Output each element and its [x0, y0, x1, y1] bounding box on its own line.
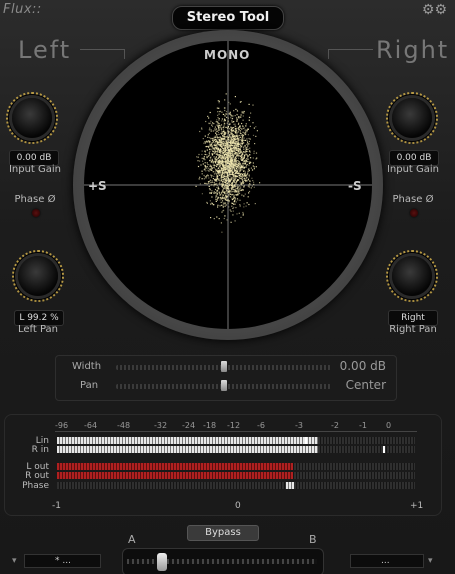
gear-icon[interactable]: ⚙⚙	[422, 2, 447, 18]
morph-slider-track[interactable]	[122, 548, 324, 574]
meter-scale-tick: -2	[331, 421, 339, 430]
scope-mono-label: MONO	[204, 48, 251, 62]
pan-slider-label: Pan	[80, 380, 99, 391]
meter-row-label: R out	[25, 471, 49, 481]
right-label-divider	[328, 49, 373, 50]
meter-scale-tick: -64	[84, 421, 98, 430]
left-label-divider-tick	[124, 49, 125, 59]
stereo-tool-window: Flux:: Stereo Tool ⚙⚙ Left Right 0.00 dB…	[0, 0, 455, 574]
meter-peak-hold	[305, 437, 307, 444]
brand-logo: Flux::	[3, 2, 42, 17]
left-pan-caption: Left Pan	[17, 324, 59, 335]
phase-scale-max: +1	[410, 501, 424, 511]
meter-scale-tick: -18	[203, 421, 217, 430]
vectorscope-plot	[84, 41, 372, 329]
meter-bar-level	[57, 463, 293, 470]
scope-plus-s-label: +S	[88, 179, 107, 193]
meter-scale-line	[55, 431, 417, 432]
pan-slider-thumb[interactable]	[220, 380, 227, 391]
right-phase-caption: Phase Ø	[392, 194, 434, 205]
meter-row-label: Phase	[22, 481, 49, 491]
phase-correlation-indicator	[286, 482, 294, 489]
pan-slider-value: Center	[345, 378, 386, 392]
meter-bar-level	[57, 472, 293, 479]
width-pan-panel: Width 0.00 dB Pan Center	[55, 355, 397, 401]
left-channel-label: Left	[18, 36, 72, 64]
meter-bar-background	[57, 482, 415, 489]
preset-right-value: ...	[381, 556, 390, 566]
preset-a-label: A	[128, 533, 136, 546]
meter-scale-tick: -3	[295, 421, 303, 430]
right-label-divider-tick	[328, 49, 329, 59]
meter-bar-level	[57, 446, 318, 453]
left-phase-led[interactable]	[32, 209, 40, 217]
meter-row-label: R in	[31, 445, 49, 455]
meter-bar-level	[57, 437, 318, 444]
meter-peak-hold	[383, 446, 385, 453]
right-channel-label: Right	[376, 36, 450, 64]
phase-scale-min: -1	[52, 501, 61, 511]
meter-scale-tick: -48	[117, 421, 131, 430]
left-input-gain-caption: Input Gain	[8, 164, 62, 175]
meter-scale-tick: -24	[182, 421, 196, 430]
meter-scale-tick: -1	[359, 421, 367, 430]
right-phase-led[interactable]	[410, 209, 418, 217]
phase-scale-mid: 0	[235, 501, 241, 511]
plugin-title: Stereo Tool	[172, 6, 284, 30]
width-slider-label: Width	[72, 361, 102, 372]
preset-left-value: * ...	[55, 556, 71, 566]
width-slider-thumb[interactable]	[220, 361, 227, 372]
left-phase-caption: Phase Ø	[14, 194, 56, 205]
right-input-gain-knob[interactable]	[392, 98, 432, 138]
vectorscope-bezel	[73, 30, 383, 340]
right-pan-caption: Right Pan	[389, 324, 437, 335]
bypass-button[interactable]: Bypass	[187, 525, 259, 541]
vectorscope-display	[84, 41, 372, 329]
preset-right-arrows-icon[interactable]: ▾	[428, 556, 433, 566]
left-pan-knob[interactable]	[18, 256, 58, 296]
left-input-gain-knob[interactable]	[12, 98, 52, 138]
meter-scale-tick: -32	[154, 421, 168, 430]
right-input-gain-caption: Input Gain	[386, 164, 440, 175]
preset-b-label: B	[309, 533, 317, 546]
left-label-divider	[80, 49, 125, 50]
preset-right-select[interactable]: ...	[350, 554, 424, 568]
meter-scale-tick: -12	[227, 421, 241, 430]
scope-minus-s-label: -S	[348, 179, 362, 193]
preset-left-select[interactable]: * ...	[24, 554, 101, 568]
right-pan-knob[interactable]	[392, 256, 432, 296]
level-meters-panel: -96 -64 -48 -32 -24 -18 -12 -6 -3 -2 -1 0 Lin R in L …	[4, 414, 442, 516]
morph-slider-thumb[interactable]	[157, 553, 167, 571]
meter-scale-tick: -6	[257, 421, 265, 430]
meter-scale-tick: -96	[55, 421, 69, 430]
morph-slider-ticks	[127, 559, 317, 564]
width-slider-value: 0.00 dB	[339, 359, 386, 373]
meter-scale-tick: 0	[386, 421, 392, 430]
preset-left-arrows-icon[interactable]: ▾	[12, 556, 17, 566]
